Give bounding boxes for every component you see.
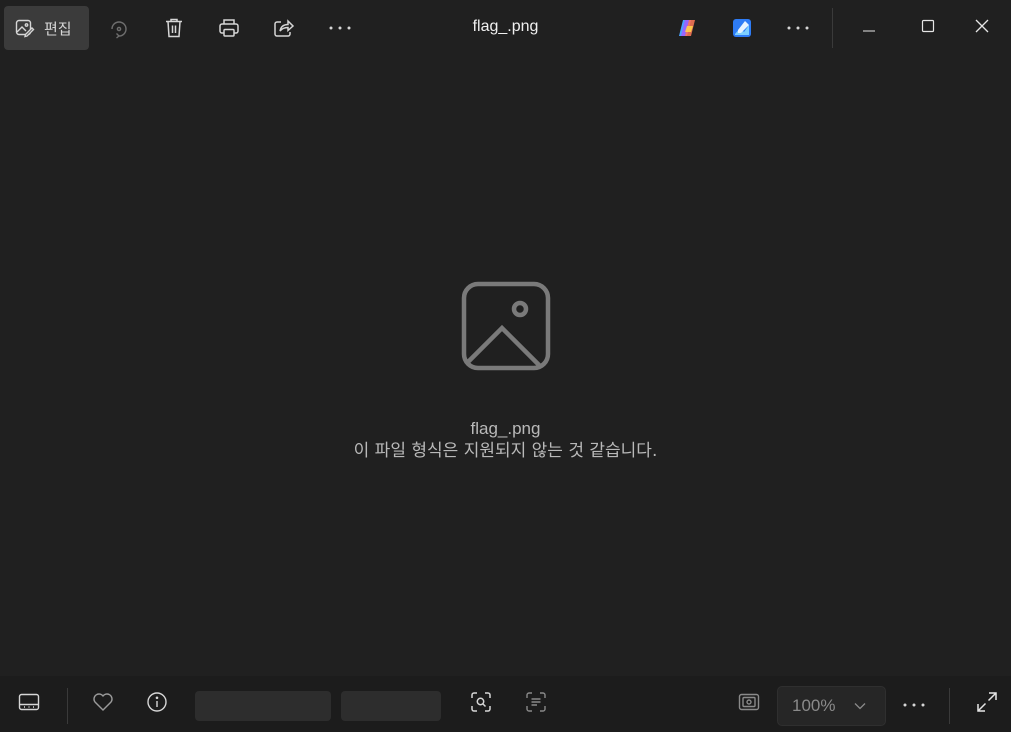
toolbar-divider <box>832 8 833 48</box>
close-button[interactable] <box>953 0 1011 56</box>
bottom-toolbar: 100% <box>0 676 1011 732</box>
more-horizontal-icon <box>786 25 810 31</box>
minimize-button[interactable] <box>840 0 898 56</box>
designer-icon <box>732 18 752 38</box>
visual-search-button[interactable] <box>461 684 501 724</box>
maximize-icon <box>921 19 935 38</box>
copilot-icon <box>676 18 698 38</box>
more-bottom-button[interactable] <box>894 684 934 724</box>
text-scan-button[interactable] <box>516 684 556 724</box>
photos-app-window: 편집 flag_.png flag_.png 이 파일 형식은 지원되지 않는 … <box>0 0 1011 732</box>
bottom-divider-right <box>949 688 950 724</box>
info-icon <box>146 691 168 718</box>
more-right-button[interactable] <box>778 6 818 50</box>
fit-to-window-button[interactable] <box>729 684 769 724</box>
zoom-level: 100% <box>792 696 836 715</box>
favorite-button[interactable] <box>83 684 123 724</box>
text-scan-icon <box>525 691 547 718</box>
disabled-action-slot <box>195 691 331 721</box>
expand-icon <box>976 691 998 718</box>
unsupported-format-text: 이 파일 형식은 지원되지 않는 것 같습니다. <box>353 441 658 461</box>
file-name-label: flag_.png <box>470 419 541 438</box>
maximize-button[interactable] <box>899 0 957 56</box>
file-info-button[interactable] <box>137 684 177 724</box>
filmstrip-icon <box>18 693 40 716</box>
filmstrip-button[interactable] <box>9 684 49 724</box>
visual-search-icon <box>470 691 492 718</box>
bottom-divider-left <box>67 688 68 724</box>
zoom-dropdown[interactable]: 100% <box>777 686 886 726</box>
close-icon <box>975 19 989 38</box>
disabled-action-slot <box>341 691 441 721</box>
image-placeholder-icon <box>461 281 550 371</box>
minimize-icon <box>862 19 876 37</box>
copilot-button[interactable] <box>667 6 707 50</box>
chevron-down-icon <box>854 702 866 710</box>
unsupported-file-message: flag_.png 이 파일 형식은 지원되지 않는 것 같습니다. <box>0 280 1011 462</box>
heart-icon <box>92 692 114 717</box>
more-horizontal-icon <box>902 695 926 713</box>
designer-button[interactable] <box>722 6 762 50</box>
full-screen-button[interactable] <box>967 684 1007 724</box>
fit-screen-icon <box>738 693 760 716</box>
top-toolbar: 편집 flag_.png <box>0 0 1011 56</box>
